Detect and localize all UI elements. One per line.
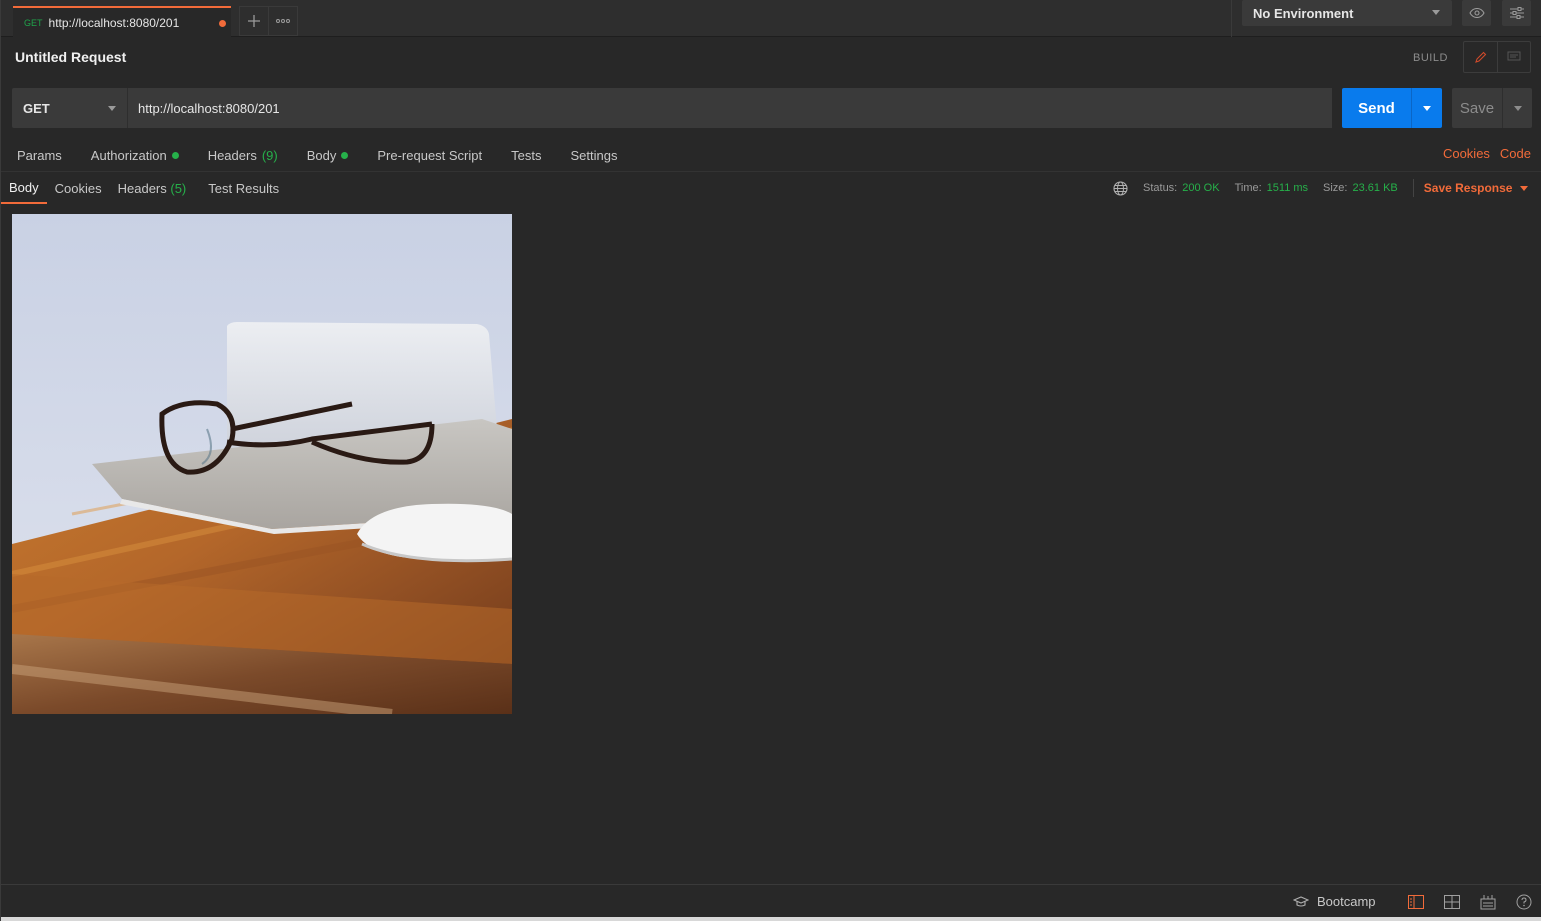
sliders-icon xyxy=(1509,7,1524,19)
comments-button[interactable] xyxy=(1498,42,1531,72)
bootcamp-button[interactable]: Bootcamp xyxy=(1293,894,1376,909)
request-title[interactable]: Untitled Request xyxy=(15,49,126,65)
tab-body-label: Body xyxy=(306,147,337,163)
chevron-down-icon xyxy=(1423,105,1431,111)
more-icon xyxy=(276,19,290,23)
request-tab-url: http://localhost:8080/201 xyxy=(48,15,180,30)
environment-label: No Environment xyxy=(1253,5,1354,21)
chevron-down-icon xyxy=(1513,105,1522,111)
response-tab-cookies-label: Cookies xyxy=(54,180,102,196)
send-options-button[interactable] xyxy=(1411,88,1442,128)
size-value[interactable]: 23.61 KB xyxy=(1353,182,1398,194)
status-label: Status: xyxy=(1143,182,1178,194)
request-tab[interactable]: GET http://localhost:8080/201 xyxy=(13,6,231,37)
two-pane-view-button[interactable] xyxy=(1407,893,1425,911)
response-headers-count: (5) xyxy=(170,180,187,196)
save-button[interactable]: Save xyxy=(1452,88,1502,128)
response-tab-body-label: Body xyxy=(9,179,39,195)
edit-mode-button[interactable] xyxy=(1464,42,1498,72)
plus-icon xyxy=(248,15,260,27)
pencil-icon xyxy=(1474,51,1487,63)
cookies-link[interactable]: Cookies xyxy=(1443,146,1490,161)
save-options-button[interactable] xyxy=(1502,88,1532,128)
response-tab-test-results-label: Test Results xyxy=(208,180,280,196)
tab-params-label: Params xyxy=(17,147,62,163)
tab-settings[interactable]: Settings xyxy=(570,148,617,163)
chevron-down-icon xyxy=(1432,10,1440,15)
response-tab-body[interactable]: Body xyxy=(1,172,47,204)
tab-params[interactable]: Params xyxy=(17,148,62,163)
request-links: Cookies Code xyxy=(1443,146,1531,161)
tabstrip-divider xyxy=(1231,0,1232,37)
status-bar: Bootcamp xyxy=(1,884,1541,917)
response-tabs: Body Cookies Headers (5) Test Results xyxy=(1,172,287,204)
manage-environments-button[interactable] xyxy=(1502,0,1531,26)
response-meta: Status: 200 OK Time: 1511 ms Size: 23.61… xyxy=(1113,179,1529,197)
comment-icon xyxy=(1507,51,1521,61)
request-tabs: Params Authorization Headers (9) Body Pre… xyxy=(17,146,646,164)
divider xyxy=(1412,179,1414,197)
tab-tests-label: Tests xyxy=(511,147,542,163)
tab-prerequest-label: Pre-request Script xyxy=(377,147,483,163)
runner-button[interactable] xyxy=(1479,893,1497,911)
graduation-cap-icon xyxy=(1293,895,1309,907)
help-button[interactable] xyxy=(1515,893,1533,911)
tab-tests[interactable]: Tests xyxy=(511,148,541,163)
send-button[interactable]: Send xyxy=(1342,88,1411,128)
eye-icon xyxy=(1468,8,1485,18)
tab-headers[interactable]: Headers (9) xyxy=(208,148,278,163)
bootcamp-label: Bootcamp xyxy=(1317,894,1376,909)
request-url-input[interactable] xyxy=(127,88,1332,128)
more-tabs-button[interactable] xyxy=(268,6,298,36)
headers-count: (9) xyxy=(261,147,278,163)
status-value[interactable]: 200 OK xyxy=(1182,182,1219,194)
time-value[interactable]: 1511 ms xyxy=(1267,182,1308,194)
http-method-label: GET xyxy=(23,100,50,116)
request-tab-method: GET xyxy=(24,17,43,28)
save-response-label: Save Response xyxy=(1423,181,1513,195)
window-bottom-edge xyxy=(1,917,1541,921)
split-view-button[interactable] xyxy=(1443,893,1461,911)
response-tab-cookies[interactable]: Cookies xyxy=(47,172,110,204)
layout-columns-icon xyxy=(1408,895,1424,909)
response-tab-test-results[interactable]: Test Results xyxy=(196,172,287,204)
response-tab-headers-label: Headers xyxy=(117,180,167,196)
tab-authorization-label: Authorization xyxy=(90,147,167,163)
unsaved-dot-icon xyxy=(219,20,226,27)
tab-settings-label: Settings xyxy=(570,147,618,163)
environment-quick-look-button[interactable] xyxy=(1462,0,1491,26)
tab-headers-label: Headers xyxy=(207,147,257,163)
chevron-down-icon xyxy=(108,106,116,111)
help-icon xyxy=(1516,894,1532,910)
code-link[interactable]: Code xyxy=(1500,146,1531,161)
tab-prerequest-script[interactable]: Pre-request Script xyxy=(377,148,482,163)
tab-strip: GET http://localhost:8080/201 No Environ… xyxy=(1,0,1541,37)
desk-photo-image xyxy=(12,214,512,714)
new-tab-button[interactable] xyxy=(239,6,269,36)
globe-icon[interactable] xyxy=(1113,180,1128,196)
active-indicator-icon xyxy=(171,151,179,159)
response-tab-headers[interactable]: Headers (5) xyxy=(110,172,197,204)
save-response-button[interactable]: Save Response xyxy=(1424,181,1529,195)
active-indicator-icon xyxy=(341,151,349,159)
chevron-down-icon xyxy=(1520,185,1529,191)
layout-grid-icon xyxy=(1444,895,1460,909)
environment-select[interactable]: No Environment xyxy=(1242,0,1452,26)
tab-authorization[interactable]: Authorization xyxy=(91,148,179,163)
http-method-select[interactable]: GET xyxy=(12,88,127,128)
build-mode-label: BUILD xyxy=(1413,52,1448,64)
postman-window: GET http://localhost:8080/201 No Environ… xyxy=(0,0,1541,921)
response-image-preview xyxy=(12,214,512,714)
time-label: Time: xyxy=(1234,182,1262,194)
mode-toggle xyxy=(1463,41,1531,73)
runner-icon xyxy=(1480,895,1496,910)
tab-body[interactable]: Body xyxy=(307,148,349,163)
size-label: Size: xyxy=(1323,182,1348,194)
